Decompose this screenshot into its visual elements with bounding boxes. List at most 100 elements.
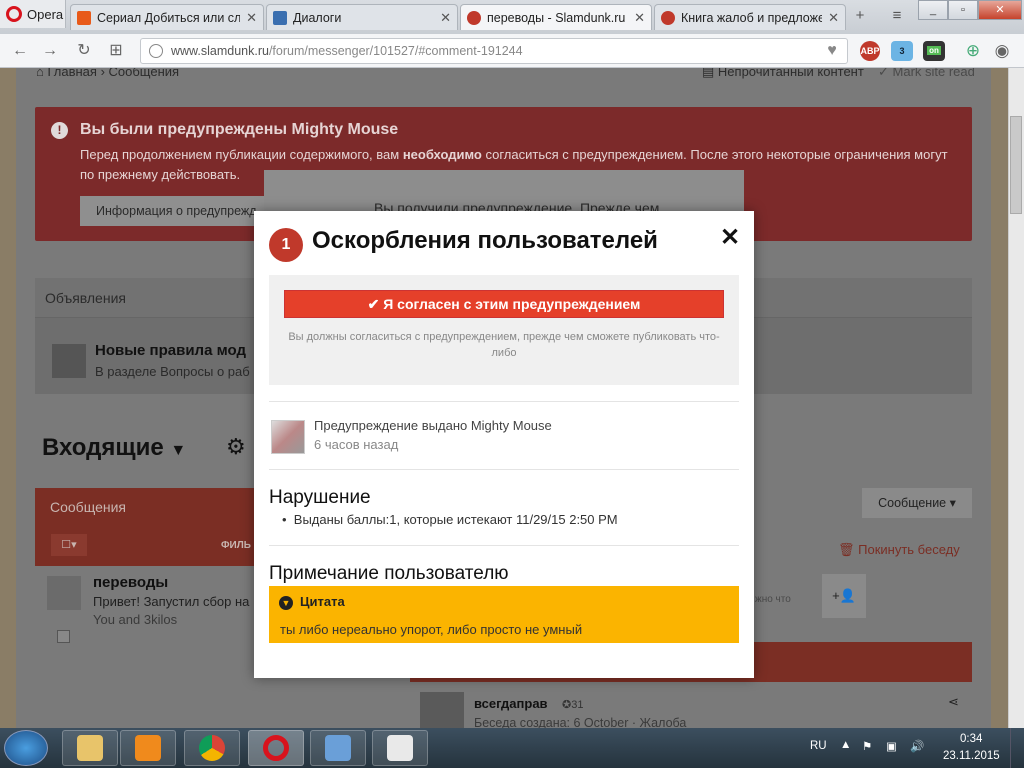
spy-extension-icon[interactable]: on	[923, 41, 945, 61]
monitor-icon	[325, 735, 351, 761]
start-button[interactable]	[4, 730, 48, 766]
ghostery-icon[interactable]: 3	[891, 41, 913, 61]
language-indicator[interactable]: RU	[810, 740, 827, 752]
url-text: www.slamdunk.ru/forum/messenger/101527/#…	[171, 44, 523, 58]
forward-arrow-icon[interactable]: →	[38, 39, 62, 63]
tab-close-icon[interactable]: ✕	[634, 10, 645, 26]
url-host: www.slamdunk.ru	[171, 44, 269, 58]
network-icon[interactable]: ▣	[886, 739, 897, 753]
maximize-icon[interactable]: ▫	[948, 0, 978, 20]
alert-text-part: по прежнему действовать.	[80, 167, 241, 182]
tray-arrow-icon[interactable]: ▲	[840, 739, 851, 751]
tab-menu-icon[interactable]: ≡	[886, 6, 908, 26]
speed-dial-grid-icon[interactable]: ⊞	[104, 39, 128, 63]
moderator-avatar	[271, 420, 305, 454]
url-field[interactable]: www.slamdunk.ru/forum/messenger/101527/#…	[140, 38, 848, 64]
reputation-badge: ✪31	[562, 698, 583, 711]
unread-icon: ▤	[702, 68, 718, 79]
user-name[interactable]: всегдаправ	[474, 696, 548, 711]
announcement-subtitle: В разделе Вопросы о раб	[95, 364, 250, 379]
taskbar-java[interactable]	[372, 730, 428, 766]
mark-read-link[interactable]: ✓ Mark site read	[878, 68, 975, 80]
alert-text-part: согласиться с предупреждением. После это…	[481, 147, 948, 162]
download-icon[interactable]: ⊕	[961, 39, 985, 63]
ext-on-badge: on	[927, 46, 941, 55]
adblock-icon[interactable]: ABP	[860, 41, 880, 61]
taskbar-explorer[interactable]	[62, 730, 118, 766]
agree-button[interactable]: ✔ Я согласен с этим предупреждением	[284, 290, 724, 318]
modal-title: Оскорбления пользователей	[312, 227, 658, 254]
gear-icon[interactable]: ⚙	[226, 434, 246, 460]
folder-icon	[77, 735, 103, 761]
back-arrow-icon[interactable]: ←	[8, 39, 32, 63]
show-desktop-button[interactable]	[1010, 728, 1024, 768]
tab-close-icon[interactable]: ✕	[828, 10, 839, 26]
chevron-down-icon[interactable]: ▼	[279, 596, 293, 610]
checkmark-icon: ✔	[367, 296, 384, 312]
opera-icon	[263, 735, 289, 761]
clock-date[interactable]: 23.11.2015	[943, 750, 1000, 762]
unread-content-link[interactable]: ▤ Непрочитанный контент	[702, 68, 864, 80]
tab-favicon-icon	[273, 10, 287, 25]
tab-favicon-icon	[77, 10, 91, 25]
windows-taskbar: RU ▲ ⚑ ▣ 🔊 0:34 23.11.2015	[0, 728, 1024, 768]
tab-translations[interactable]: переводы - Slamdunk.ru - ✕	[460, 4, 652, 30]
tab-serial[interactable]: Сериал Добиться или сло ✕	[70, 4, 264, 30]
conversation-checkbox[interactable]	[57, 630, 70, 643]
home-icon: ⌂	[36, 68, 48, 79]
breadcrumb-home[interactable]: Главная	[47, 68, 96, 79]
announcement-title[interactable]: Новые правила мод	[95, 342, 246, 359]
flag-icon[interactable]: ⚑	[862, 739, 872, 753]
unread-label: Непрочитанный контент	[717, 68, 864, 79]
bookmark-heart-icon[interactable]: ♥	[820, 39, 844, 63]
issued-time: 6 часов назад	[314, 437, 399, 452]
inbox-title[interactable]: Входящие ▼	[42, 434, 186, 462]
clock-time[interactable]: 0:34	[960, 733, 982, 745]
reload-icon[interactable]: ↻	[72, 39, 96, 63]
divider	[269, 545, 739, 546]
taskbar-media-player[interactable]	[120, 730, 176, 766]
agree-button-label: Я согласен с этим предупреждением	[383, 296, 641, 312]
scrollbar-thumb[interactable]	[1010, 116, 1022, 214]
tab-dialogs[interactable]: Диалоги ✕	[266, 4, 458, 30]
violation-item: • Выданы баллы:1, которые истекают 11/29…	[282, 512, 618, 527]
agree-note: Вы должны согласиться с предупреждением,…	[288, 331, 720, 359]
close-window-icon[interactable]: ✕	[978, 0, 1022, 20]
url-path: /forum/messenger/101527/#comment-191244	[268, 44, 523, 58]
opera-menu-label: Opera	[27, 6, 64, 22]
tab-title: переводы - Slamdunk.ru -	[487, 10, 629, 25]
minimize-icon[interactable]: _	[918, 0, 948, 20]
agree-box: ✔ Я согласен с этим предупреждением Вы д…	[269, 275, 739, 385]
announcement-avatar	[52, 344, 86, 378]
warning-info-button[interactable]: Информация о предупрежд	[80, 196, 280, 226]
divider	[269, 469, 739, 470]
alert-text-part: Перед продолжением публикации содержимог…	[80, 147, 403, 162]
address-toolbar: ← → ↻ ⊞ www.slamdunk.ru/forum/messenger/…	[0, 34, 1024, 68]
select-all-checkbox[interactable]: ☐▾	[51, 534, 87, 556]
filter-label[interactable]: ФИЛЬ	[221, 540, 251, 551]
close-icon[interactable]: ✕	[720, 223, 740, 252]
volume-icon[interactable]: 🔊	[910, 739, 924, 753]
breadcrumb: ⌂ Главная › Сообщения	[36, 68, 179, 79]
message-dropdown-button[interactable]: Сообщение ▾	[862, 488, 972, 518]
tab-close-icon[interactable]: ✕	[440, 10, 451, 26]
opera-menu-button[interactable]: Opera	[0, 0, 66, 28]
leave-conversation-link[interactable]: 🗑 Покинуть беседу	[838, 542, 960, 558]
warning-modal: 1 Оскорбления пользователей ✕ ✔ Я соглас…	[254, 211, 754, 678]
site-info-icon[interactable]	[149, 44, 163, 58]
alert-title: Вы были предупреждены Mighty Mouse	[80, 121, 399, 138]
opera-logo-icon	[6, 6, 22, 22]
taskbar-remote-desktop[interactable]	[310, 730, 366, 766]
tab-complaints[interactable]: Книга жалоб и предложе ✕	[654, 4, 846, 30]
exclamation-icon: !	[51, 122, 68, 139]
taskbar-chrome[interactable]	[184, 730, 240, 766]
add-participant-button[interactable]: +👤	[822, 574, 866, 618]
share-icon[interactable]: ⋖	[948, 694, 959, 710]
conversation-avatar	[47, 576, 81, 610]
new-tab-icon[interactable]: +	[849, 6, 871, 26]
account-icon[interactable]: ◉	[990, 39, 1014, 63]
leave-conversation-label: Покинуть беседу	[858, 542, 960, 557]
quote-heading: Цитата	[300, 594, 345, 609]
taskbar-opera[interactable]	[248, 730, 304, 766]
tab-close-icon[interactable]: ✕	[246, 10, 257, 26]
